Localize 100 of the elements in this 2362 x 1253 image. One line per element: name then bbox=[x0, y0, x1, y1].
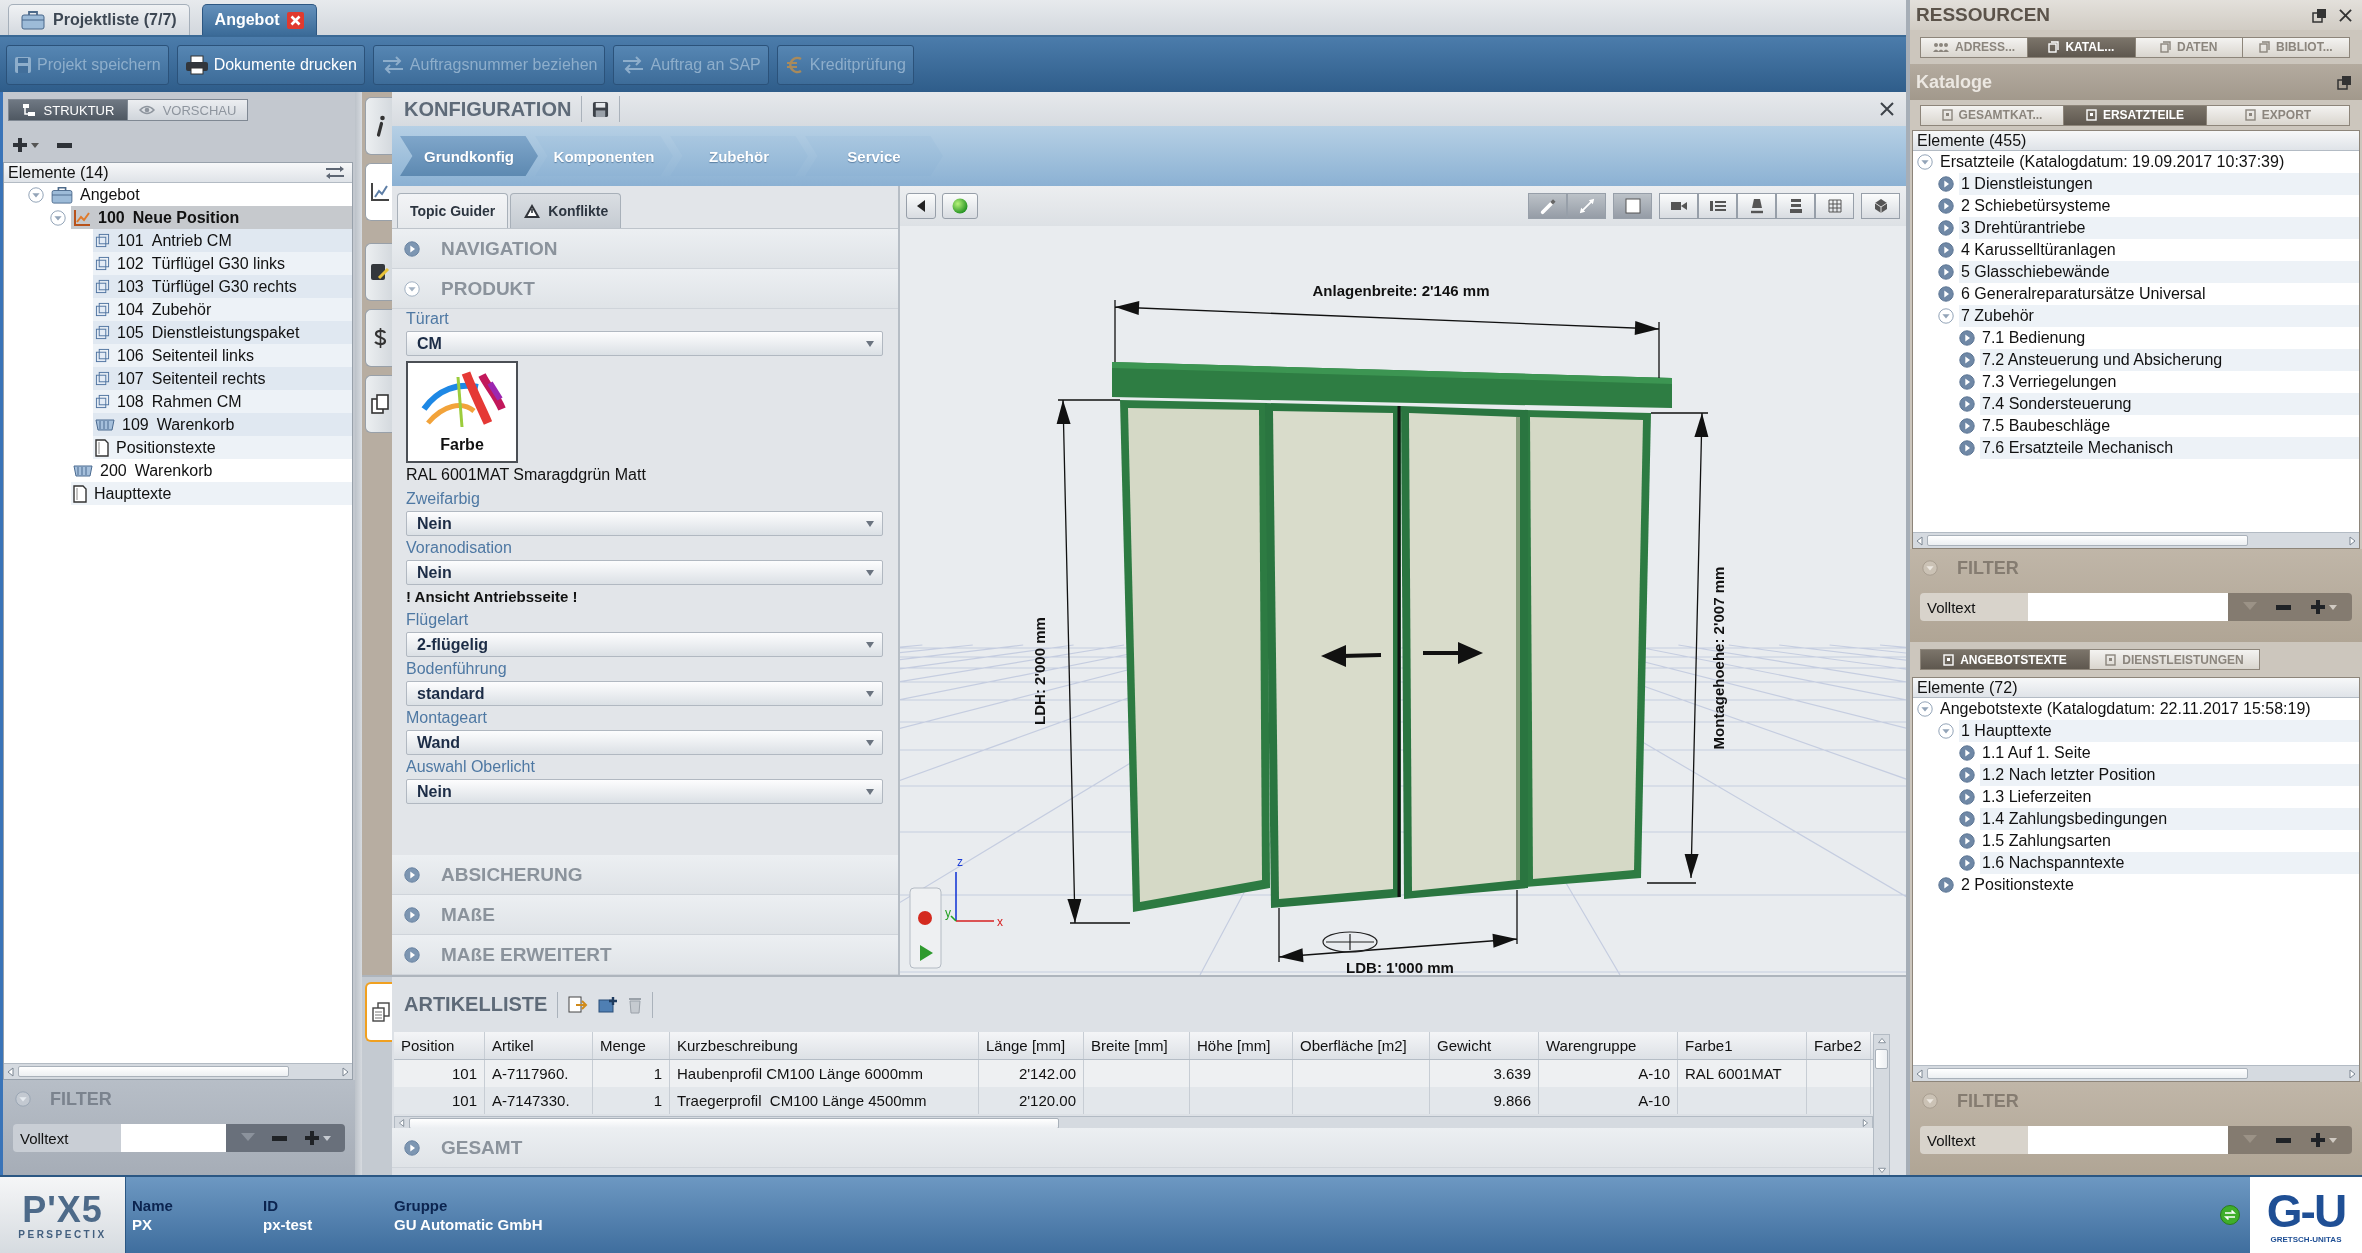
expander-icon[interactable] bbox=[1938, 220, 1954, 236]
tab[interactable]: ANGEBOTSTEXTE bbox=[1920, 649, 2090, 670]
minus-icon[interactable] bbox=[2276, 604, 2291, 610]
caret-icon[interactable] bbox=[2328, 1137, 2337, 1143]
panel-tab[interactable]: STRUKTUR bbox=[8, 99, 128, 121]
dropdown[interactable]: CM bbox=[406, 331, 883, 356]
tree-item[interactable]: Ersatzteile (Katalogdatum: 19.09.2017 10:37:39) bbox=[1938, 151, 2359, 173]
add-button[interactable] bbox=[12, 137, 39, 153]
table-row[interactable]: 101 A-7117960. 1 Haubenprofil CM100 Länge 6000mm 2'142.00 3.639 A-10 RAL 6001MAT bbox=[394, 1060, 1873, 1087]
expander-icon[interactable] bbox=[1959, 396, 1975, 412]
expander-icon[interactable] bbox=[404, 1139, 420, 1156]
expander-icon[interactable] bbox=[1917, 154, 1933, 170]
dropdown[interactable]: Nein bbox=[406, 560, 883, 585]
expander-icon[interactable] bbox=[1959, 767, 1975, 783]
dropdown[interactable]: Nein bbox=[406, 779, 883, 804]
tree-item[interactable]: 108 Rahmen CM bbox=[93, 390, 352, 413]
tree-item[interactable]: 7.1 Bedienung bbox=[1980, 327, 2359, 349]
side-tab[interactable] bbox=[365, 375, 393, 433]
tool-button[interactable] bbox=[1698, 193, 1737, 219]
tree-item[interactable]: 100 Neue Position bbox=[71, 206, 352, 229]
trash-icon[interactable] bbox=[628, 995, 643, 1014]
tree-item[interactable]: 1.3 Lieferzeiten bbox=[1980, 786, 2359, 808]
expander-icon[interactable] bbox=[1938, 198, 1954, 214]
sphere-button[interactable] bbox=[942, 193, 978, 219]
tree-item[interactable]: Angebotstexte (Katalogdatum: 22.11.2017 15:58:19) bbox=[1938, 698, 2359, 720]
close-icon[interactable] bbox=[1880, 102, 1894, 116]
tool-button[interactable] bbox=[1861, 193, 1900, 219]
horizontal-scrollbar[interactable] bbox=[1913, 1065, 2359, 1081]
tree-item[interactable]: Haupttexte bbox=[71, 482, 352, 505]
expander-icon[interactable] bbox=[1959, 811, 1975, 827]
tree-item[interactable]: 106 Seitenteil links bbox=[93, 344, 352, 367]
expander-icon[interactable] bbox=[1938, 286, 1954, 302]
dropdown[interactable]: Wand bbox=[406, 730, 883, 755]
play-icon[interactable] bbox=[920, 945, 933, 961]
tree-item[interactable]: 7.4 Sondersteuerung bbox=[1980, 393, 2359, 415]
tree-item[interactable]: 1 Dienstleistungen bbox=[1959, 173, 2359, 195]
remove-button[interactable] bbox=[57, 142, 72, 148]
side-tab[interactable] bbox=[365, 309, 393, 367]
tree-item[interactable]: 7.3 Verriegelungen bbox=[1980, 371, 2359, 393]
record-icon[interactable] bbox=[918, 911, 932, 925]
expander-icon[interactable] bbox=[404, 946, 420, 963]
tree-item[interactable]: 1.1 Auf 1. Seite bbox=[1980, 742, 2359, 764]
tree-item[interactable]: 2 Schiebetürsysteme bbox=[1959, 195, 2359, 217]
side-tab[interactable] bbox=[365, 243, 393, 301]
horizontal-scrollbar[interactable] bbox=[1913, 532, 2359, 548]
caret-icon[interactable] bbox=[322, 1135, 331, 1141]
swap-arrows-icon[interactable] bbox=[324, 165, 346, 180]
tree-item[interactable]: 1.5 Zahlungsarten bbox=[1980, 830, 2359, 852]
tree-item[interactable]: 2 Positionstexte bbox=[1959, 874, 2359, 896]
close-icon[interactable] bbox=[2339, 8, 2352, 22]
tab[interactable]: ERSATZTEILE bbox=[2064, 104, 2207, 126]
export-icon[interactable] bbox=[568, 995, 589, 1014]
window-tab[interactable]: Angebot bbox=[201, 4, 318, 35]
tree-item[interactable]: 1.4 Zahlungsbedingungen bbox=[1980, 808, 2359, 830]
tool-button[interactable] bbox=[1815, 193, 1854, 219]
expander-icon[interactable] bbox=[1959, 418, 1975, 434]
tree-item[interactable]: 109 Warenkorb bbox=[93, 413, 352, 436]
expander-icon[interactable] bbox=[1938, 723, 1954, 739]
tree-item[interactable]: 7.2 Ansteuerung und Absicherung bbox=[1980, 349, 2359, 371]
tool-button[interactable] bbox=[1613, 193, 1652, 219]
tree-item[interactable]: 7.5 Baubeschläge bbox=[1980, 415, 2359, 437]
tree-item[interactable]: 200 Warenkorb bbox=[71, 459, 352, 482]
tab[interactable]: Konflikte bbox=[510, 193, 622, 228]
expander-icon[interactable] bbox=[50, 209, 66, 226]
tree-item[interactable]: 101 Antrieb CM bbox=[93, 229, 352, 252]
tree-item[interactable]: 107 Seitenteil rechts bbox=[93, 367, 352, 390]
tree-item[interactable]: 6 Generalreparatursätze Universal bbox=[1959, 283, 2359, 305]
filter-input[interactable] bbox=[2028, 593, 2228, 621]
expander-icon[interactable] bbox=[1959, 440, 1975, 456]
color-button[interactable]: Farbe bbox=[406, 361, 518, 463]
side-tab[interactable] bbox=[365, 163, 393, 221]
tree-item[interactable]: 1.6 Nachspanntexte bbox=[1980, 852, 2359, 874]
back-button[interactable] bbox=[906, 193, 936, 219]
expander-icon[interactable] bbox=[1938, 264, 1954, 280]
tool-button[interactable] bbox=[1776, 193, 1815, 219]
tree-item[interactable]: 1 Haupttexte bbox=[1959, 720, 2359, 742]
tool-button[interactable] bbox=[1737, 193, 1776, 219]
tree-item[interactable]: 1.2 Nach letzter Position bbox=[1980, 764, 2359, 786]
tool-button[interactable] bbox=[1659, 193, 1698, 219]
expander-icon[interactable] bbox=[1938, 877, 1954, 893]
tab[interactable]: KATAL... bbox=[2028, 36, 2136, 58]
plus-icon[interactable] bbox=[2309, 1132, 2326, 1148]
tree-item[interactable]: Positionstexte bbox=[93, 436, 352, 459]
caret-icon[interactable] bbox=[2328, 604, 2337, 610]
scroll-thumb[interactable] bbox=[18, 1066, 290, 1077]
toolbar-button[interactable]: Dokumente drucken bbox=[176, 44, 365, 85]
scroll-thumb[interactable] bbox=[1927, 535, 2249, 546]
tree-item[interactable]: 5 Glasschiebewände bbox=[1959, 261, 2359, 283]
dropdown[interactable]: standard bbox=[406, 681, 883, 706]
expander-icon[interactable] bbox=[28, 186, 44, 203]
tree-item[interactable]: 4 Karusselltüranlagen bbox=[1959, 239, 2359, 261]
scroll-thumb[interactable] bbox=[1927, 1068, 2249, 1079]
expander-icon[interactable] bbox=[1959, 855, 1975, 871]
tree-item[interactable]: 7 Zubehör bbox=[1959, 305, 2359, 327]
expander-icon[interactable] bbox=[1959, 330, 1975, 346]
sync-icon[interactable] bbox=[2220, 1205, 2240, 1225]
add-item-icon[interactable] bbox=[598, 995, 619, 1014]
plus-icon[interactable] bbox=[2309, 599, 2326, 615]
scroll-thumb[interactable] bbox=[409, 1117, 1059, 1129]
tree-item[interactable]: Angebot bbox=[49, 183, 352, 206]
